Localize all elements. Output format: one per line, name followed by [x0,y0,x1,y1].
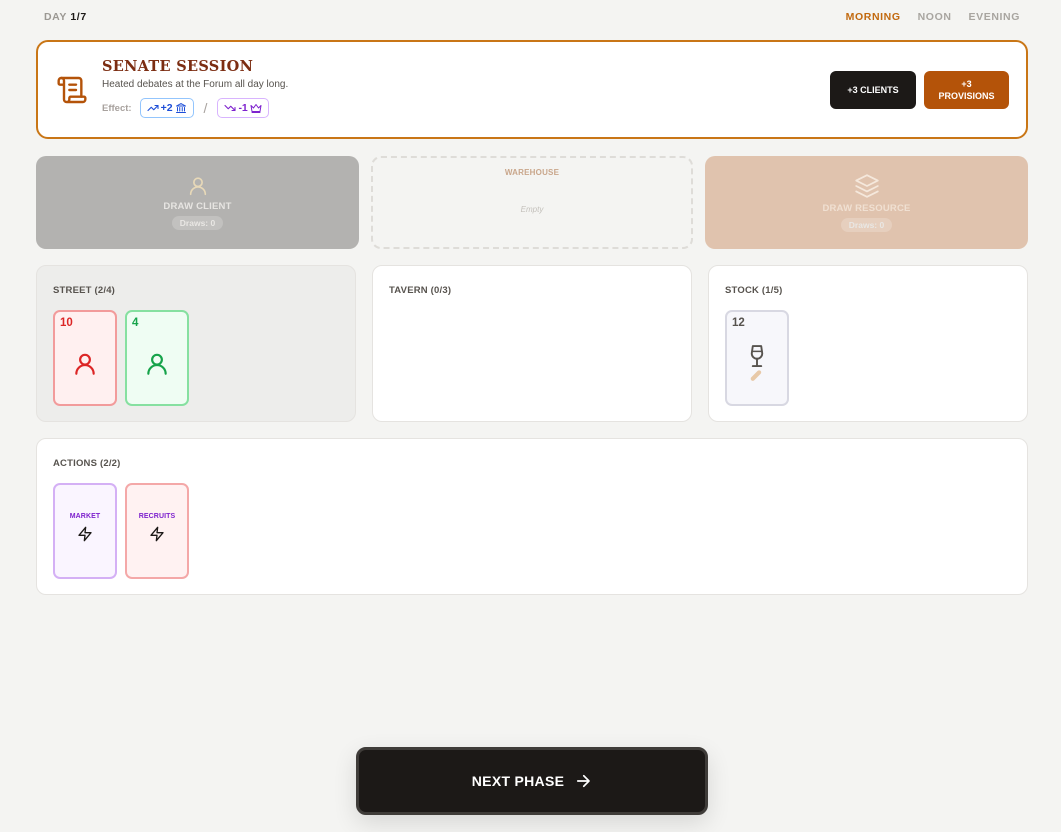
choice-provisions-line2: PROVISIONS [938,91,995,101]
layers-icon [854,174,879,198]
event-choices: +3 CLIENTS +3 PROVISIONS [830,71,1009,109]
warehouse-empty-text: Empty [520,205,544,214]
choice-provisions-button[interactable]: +3 PROVISIONS [924,71,1009,109]
effect-label: Effect: [102,102,132,114]
arrow-right-icon [577,774,591,788]
draw-resource-button[interactable]: DRAW RESOURCE Draws: 0 [705,156,1028,249]
effect-chip-crown: -1 [217,98,269,118]
day-counter: DAY 1/7 [44,11,87,23]
resource-card-value: 12 [732,317,745,329]
lightning-icon [150,526,164,541]
actions-title: ACTIONS (2/2) [53,458,121,469]
draw-client-label: DRAW CLIENT [163,201,232,212]
user-icon [147,353,167,375]
event-title: SENATE SESSION [102,58,254,75]
resource-card[interactable]: 12 [725,310,789,406]
client-card[interactable]: 4 [125,310,189,406]
effect-value-crown: -1 [238,102,248,114]
user-icon [189,177,206,196]
tavern-zone[interactable]: TAVERN (0/3) [372,265,692,422]
effect-row: Effect: +2 / -1 [102,98,288,118]
action-card-recruits[interactable]: RECRUITS [125,483,189,579]
trend-up-icon [147,104,159,112]
day-label: DAY [44,11,67,23]
next-phase-label: NEXT PHASE [471,773,565,789]
effect-chip-temple: +2 [139,98,194,118]
phase-noon: NOON [917,11,952,23]
temple-icon [175,103,186,113]
effect-separator: / [203,100,208,116]
crown-icon [250,104,262,113]
draw-resource-label: DRAW RESOURCE [822,203,911,214]
scroll-icon [57,76,87,104]
stock-title: STOCK (1/5) [725,285,783,296]
phase-morning: MORNING [845,11,901,23]
stock-zone: STOCK (1/5) 12 [708,265,1028,422]
day-value: 1/7 [70,11,87,23]
top-bar: DAY 1/7 MORNING NOON EVENING [44,10,1020,24]
effect-value-temple: +2 [160,102,173,114]
event-card: SENATE SESSION Heated debates at the For… [36,40,1028,139]
trend-down-icon [224,104,236,112]
user-icon [75,353,95,375]
choice-provisions-line1: +3 [961,78,972,89]
warehouse-label: WAREHOUSE [504,168,560,177]
draw-resource-count: Draws: 0 [840,218,893,232]
wine-glass-icon [750,345,764,381]
street-title: STREET (2/4) [53,285,116,296]
warehouse-slot[interactable]: WAREHOUSE Empty [371,156,693,249]
tavern-title: TAVERN (0/3) [389,285,452,296]
street-zone: STREET (2/4) 10 4 [36,265,356,422]
phase-evening: EVENING [968,11,1020,23]
client-card[interactable]: 10 [53,310,117,406]
action-card-label: RECRUITS [138,512,176,520]
choice-clients-button[interactable]: +3 CLIENTS [830,71,916,109]
next-phase-button[interactable]: NEXT PHASE [356,747,708,815]
phase-indicator: MORNING NOON EVENING [846,11,1020,23]
client-card-value: 10 [60,317,73,329]
client-card-value: 4 [132,317,139,329]
draw-client-count: Draws: 0 [171,216,224,230]
actions-zone: ACTIONS (2/2) MARKET RECRUITS [36,438,1028,595]
action-card-label: MARKET [69,512,101,520]
draw-client-button[interactable]: DRAW CLIENT Draws: 0 [36,156,359,249]
event-description: Heated debates at the Forum all day long… [102,79,289,90]
action-card-market[interactable]: MARKET [53,483,117,579]
lightning-icon [78,526,92,541]
